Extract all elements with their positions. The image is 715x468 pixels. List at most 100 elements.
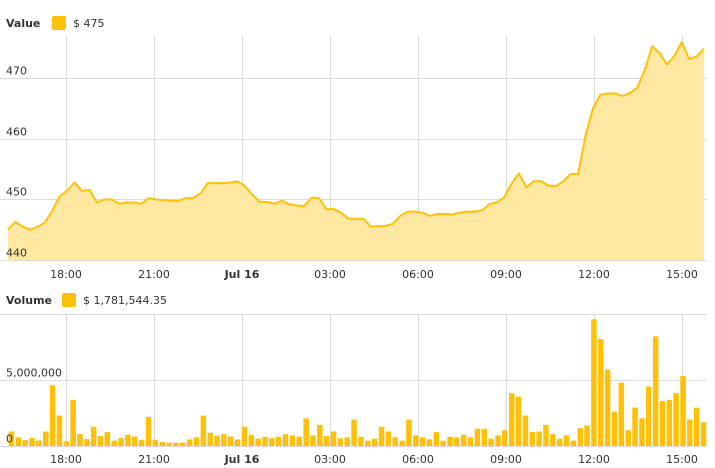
volume-bar (125, 434, 131, 446)
x-tick-label: 15:00 (666, 268, 698, 281)
volume-bar (632, 407, 638, 446)
volume-bar (200, 415, 207, 446)
volume-bar (193, 437, 200, 446)
volume-bar (70, 399, 76, 446)
volume-bar (234, 439, 241, 446)
volume-bar (413, 435, 419, 446)
volume-bar (276, 436, 282, 446)
volume-bar (282, 434, 289, 446)
x-tick-label: 21:00 (138, 453, 170, 466)
volume-bar (221, 434, 227, 446)
value-area-fill (8, 42, 704, 260)
chart-canvas: Value $ 475 440 450 460 470 18:00 21:00 Jul 1… (0, 16, 707, 466)
volume-legend-swatch (62, 293, 76, 307)
volume-bar (639, 418, 645, 446)
value-area-series (7, 41, 705, 260)
volume-bar (90, 426, 97, 446)
volume-x-axis: 18:00 21:00 Jul 16 03:00 06:00 09:00 12:00 15:0… (50, 453, 698, 466)
volume-bar (138, 440, 145, 446)
y-tick-label: 5,000,000 (6, 367, 62, 380)
volume-bar (550, 434, 556, 446)
volume-bar (214, 435, 220, 446)
volume-bar (611, 411, 618, 446)
volume-bar (56, 415, 63, 446)
volume-bar (419, 437, 426, 446)
volume-bar (447, 436, 453, 446)
x-tick-label: 03:00 (314, 268, 346, 281)
volume-bar (132, 436, 138, 446)
volume-bar (186, 439, 193, 446)
volume-bar (351, 419, 357, 446)
volume-bar-series (8, 319, 707, 446)
volume-bar (104, 432, 111, 446)
volume-bar (228, 436, 234, 446)
volume-bar (385, 431, 392, 446)
volume-bar (111, 440, 117, 446)
volume-bar (317, 424, 323, 446)
volume-bar (515, 396, 522, 446)
volume-bar (371, 438, 378, 446)
volume-bar (577, 428, 583, 446)
x-tick-label: 09:00 (490, 453, 522, 466)
y-tick-label: 460 (6, 126, 27, 139)
value-legend-value: $ 475 (73, 17, 105, 30)
volume-bar (700, 422, 707, 446)
volume-bar (399, 440, 405, 446)
volume-bar (296, 436, 302, 446)
value-chart-panel: Value $ 475 440 450 460 470 18:00 21:00 Jul 1… (0, 16, 707, 281)
y-tick-label: 450 (6, 186, 27, 199)
volume-bar (522, 415, 529, 446)
volume-bar (241, 426, 248, 446)
volume-bar (591, 319, 597, 446)
x-tick-label: 18:00 (50, 268, 82, 281)
volume-bar (529, 432, 535, 446)
volume-bar (406, 419, 412, 446)
volume-bar (323, 436, 330, 446)
volume-bar (43, 431, 49, 446)
y-tick-label: 0 (6, 433, 13, 446)
volume-bar (598, 339, 604, 446)
volume-bar (145, 417, 152, 446)
volume-bar (426, 439, 433, 446)
x-tick-label: 06:00 (402, 268, 434, 281)
x-tick-label: 12:00 (578, 268, 610, 281)
volume-bar (584, 425, 590, 446)
volume-bar (365, 440, 371, 446)
volume-bar (152, 440, 159, 446)
volume-bar (303, 418, 309, 446)
volume-bar (467, 437, 474, 446)
volume-bar (310, 435, 316, 446)
x-tick-label: Jul 16 (224, 268, 260, 281)
volume-bar (29, 437, 35, 446)
volume-bar (63, 441, 69, 446)
volume-bar (618, 382, 625, 446)
value-legend-swatch (52, 16, 66, 30)
volume-legend-title: Volume (6, 294, 52, 307)
volume-bar (49, 385, 56, 446)
volume-bar (207, 432, 213, 446)
volume-bar (262, 436, 268, 446)
volume-bar (646, 386, 652, 446)
volume-bar (173, 442, 179, 446)
volume-bar (488, 438, 494, 446)
x-tick-label: 06:00 (402, 453, 434, 466)
volume-bar (344, 437, 350, 446)
volume-bar (36, 440, 42, 446)
volume-bar (433, 432, 440, 446)
volume-bar (392, 437, 398, 446)
volume-bar (673, 393, 679, 446)
x-tick-label: 18:00 (50, 453, 82, 466)
x-tick-label: 21:00 (138, 268, 170, 281)
x-tick-label: 12:00 (578, 453, 610, 466)
value-x-axis: 18:00 21:00 Jul 16 03:00 06:00 09:00 12:00 15:0… (50, 268, 698, 281)
volume-bar (509, 393, 515, 446)
volume-bar (543, 424, 549, 446)
volume-bar (604, 369, 611, 446)
volume-bar (694, 407, 700, 446)
volume-bar (536, 431, 542, 446)
volume-bar (659, 401, 666, 446)
volume-bar (330, 431, 337, 446)
volume-bar (556, 438, 563, 446)
volume-chart-panel: Volume $ 1,781,544.35 0 5,000,000 18:00 21… (0, 293, 707, 466)
volume-bar (481, 428, 488, 446)
